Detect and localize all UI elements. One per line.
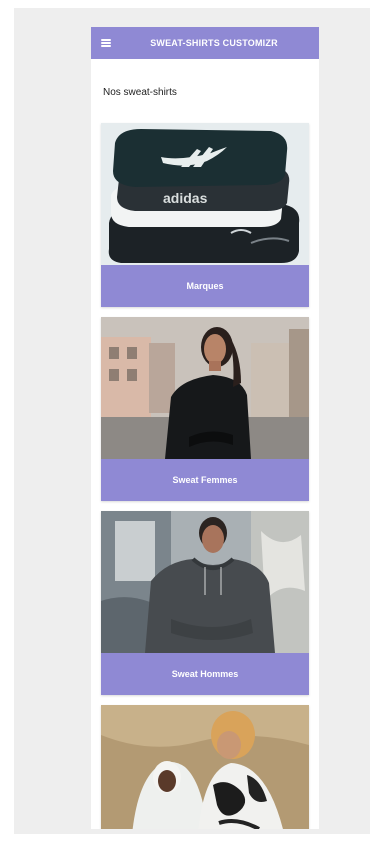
woman-sweatshirt-image — [101, 317, 309, 459]
card-label: Sweat Femmes — [172, 475, 238, 485]
man-hoodie-image — [101, 511, 309, 653]
menu-icon[interactable] — [101, 39, 111, 47]
card-label: Marques — [186, 281, 224, 291]
section-title: Nos sweat-shirts — [103, 87, 177, 98]
adidas-logo-text: adidas — [163, 190, 208, 206]
card-sweat-hommes[interactable]: Sweat Hommes — [101, 511, 309, 695]
card-couple[interactable] — [101, 705, 309, 829]
card-marques[interactable]: adidas Marques — [101, 123, 309, 307]
card-label: Sweat Hommes — [171, 669, 239, 679]
app-screen: SWEAT-SHIRTS CUSTOMIZR Nos sweat-shirts … — [91, 27, 319, 829]
card-sweat-femmes[interactable]: Sweat Femmes — [101, 317, 309, 501]
brand-sweatshirts-stack-image: adidas — [101, 123, 309, 265]
couple-hoodies-image — [101, 705, 309, 829]
app-bar: SWEAT-SHIRTS CUSTOMIZR — [91, 27, 319, 59]
app-title: SWEAT-SHIRTS CUSTOMIZR — [150, 38, 278, 48]
category-list: adidas Marques Sweat Femmes Sweat Hommes — [101, 123, 309, 829]
